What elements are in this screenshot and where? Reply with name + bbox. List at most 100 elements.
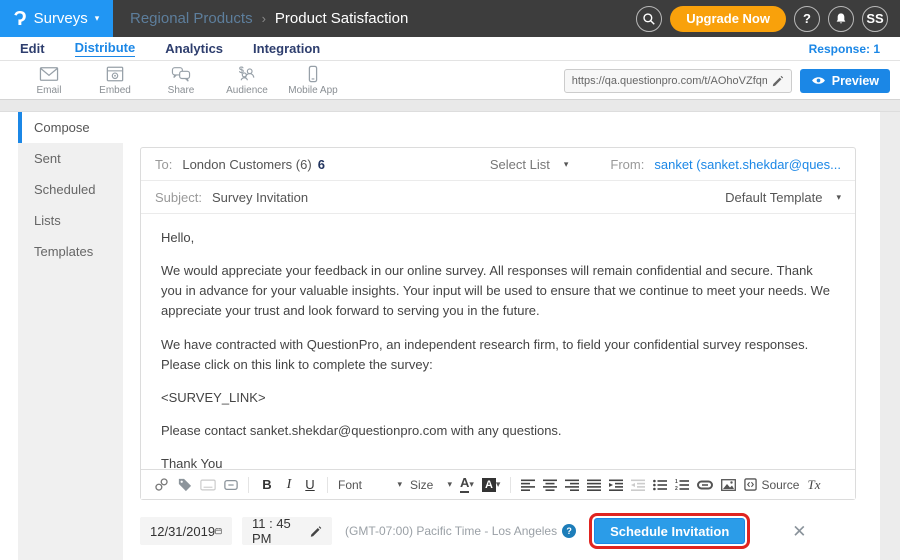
tab-integration[interactable]: Integration (253, 41, 320, 57)
select-list-caret-icon: ▾ (564, 160, 569, 169)
template-dropdown[interactable]: Default Template ▾ (725, 190, 841, 205)
calendar-icon (215, 524, 222, 538)
survey-url-field[interactable] (564, 69, 792, 93)
channel-email[interactable]: Email (16, 65, 82, 96)
underline-button[interactable]: U (303, 477, 317, 492)
from-group: From: sanket (sanket.shekdar@ques... (610, 157, 841, 172)
channel-embed[interactable]: Embed (82, 65, 148, 96)
schedule-invitation-button[interactable]: Schedule Invitation (594, 518, 745, 544)
close-icon[interactable]: ✕ (792, 523, 806, 540)
tab-distribute[interactable]: Distribute (75, 40, 136, 57)
tab-edit[interactable]: Edit (20, 41, 45, 57)
italic-button[interactable]: I (283, 477, 295, 493)
body-paragraph: Please contact sanket.shekdar@questionpr… (161, 421, 835, 441)
from-label: From: (610, 157, 644, 172)
size-dropdown[interactable]: Size▾ (410, 478, 452, 492)
editor-toolbar: B I U Font▾ Size▾ A▾ A▾ 12 Source (141, 469, 855, 499)
channel-mobile-label: Mobile App (288, 85, 337, 96)
bell-icon (834, 12, 848, 26)
select-list-dropdown[interactable]: Select List ▾ (490, 157, 569, 172)
timezone-group: (GMT-07:00) Pacific Time - Los Angeles ? (345, 524, 576, 538)
remove-format-button[interactable]: Tx (807, 477, 820, 493)
avatar-initials: SS (866, 11, 883, 26)
help-button[interactable]: ? (794, 6, 820, 32)
size-caret-icon: ▾ (447, 480, 452, 489)
channel-email-label: Email (36, 85, 61, 96)
button-widget-icon[interactable] (224, 479, 238, 491)
questionpro-logo-icon: Ɂ (14, 9, 27, 29)
channel-audience-label-0: Share (168, 85, 195, 96)
font-dropdown-label: Font (338, 478, 362, 492)
response-count-link[interactable]: Response: 1 (809, 42, 880, 56)
numbered-list-icon[interactable]: 12 (675, 479, 689, 491)
surveys-menu[interactable]: Ɂ Surveys ▾ (0, 0, 113, 37)
breadcrumb-separator-icon: › (262, 11, 266, 26)
channel-mobile-app[interactable]: Mobile App (280, 65, 346, 96)
eye-icon (811, 75, 826, 86)
align-left-icon[interactable] (521, 479, 535, 491)
avatar[interactable]: SS (862, 6, 888, 32)
edit-time-pencil-icon (310, 525, 322, 538)
source-button[interactable]: Source (744, 478, 799, 492)
date-picker[interactable]: 12/31/2019 (140, 517, 232, 545)
email-icon (38, 65, 60, 83)
anchor-link-icon[interactable] (154, 477, 169, 492)
sidebar-templates-label: Templates (34, 244, 93, 259)
sidebar-compose-label: Compose (34, 120, 90, 135)
toolbar-separator (510, 477, 511, 493)
insert-link-icon[interactable] (697, 480, 713, 490)
tag-icon[interactable] (177, 477, 192, 492)
insert-image-icon[interactable] (721, 479, 736, 491)
preview-button[interactable]: Preview (800, 69, 890, 93)
search-button[interactable] (636, 6, 662, 32)
to-recipient-count[interactable]: 6 (318, 157, 325, 172)
edit-url-pencil-icon[interactable] (772, 75, 784, 87)
scrollbar-track[interactable] (880, 112, 900, 560)
sidebar-item-sent[interactable]: Sent (18, 143, 123, 174)
tab-analytics[interactable]: Analytics (165, 41, 223, 57)
to-row: To: London Customers (6) 6 Select List ▾… (141, 148, 855, 181)
bold-button[interactable]: B (259, 477, 275, 492)
breadcrumb-parent-link[interactable]: Regional Products (130, 10, 253, 27)
background-color-button[interactable]: A▾ (482, 478, 501, 492)
timezone-help-icon[interactable]: ? (562, 524, 576, 538)
sidebar-item-compose[interactable]: Compose (18, 112, 123, 143)
compose-panel: To: London Customers (6) 6 Select List ▾… (140, 147, 856, 500)
align-right-icon[interactable] (565, 479, 579, 491)
notifications-button[interactable] (828, 6, 854, 32)
help-label: ? (803, 11, 811, 26)
subject-input[interactable]: Survey Invitation (212, 190, 308, 205)
sidebar-item-scheduled[interactable]: Scheduled (18, 174, 123, 205)
survey-url-input[interactable] (572, 75, 767, 87)
text-color-caret-icon: ▾ (469, 480, 474, 489)
indent-icon[interactable] (609, 479, 623, 491)
toolbar-separator (248, 477, 249, 493)
body-paragraph: We would appreciate your feedback in our… (161, 261, 835, 321)
upgrade-now-button[interactable]: Upgrade Now (670, 6, 786, 32)
channel-audience[interactable]: $ Audience (214, 65, 280, 96)
align-justify-icon[interactable] (587, 479, 601, 491)
from-value[interactable]: sanket (sanket.shekdar@ques... (654, 157, 841, 172)
chevron-down-icon: ▾ (95, 14, 100, 23)
subject-row: Subject: Survey Invitation Default Templ… (141, 181, 855, 214)
font-dropdown[interactable]: Font▾ (338, 478, 402, 492)
text-color-button[interactable]: A▾ (460, 476, 474, 492)
sidebar-item-lists[interactable]: Lists (18, 205, 123, 236)
sidebar-sent-label: Sent (34, 151, 61, 166)
annotation-highlight-ring: Schedule Invitation (589, 513, 750, 549)
embed-icon (105, 65, 125, 83)
email-body-editor[interactable]: Hello, We would appreciate your feedback… (141, 214, 855, 471)
time-picker[interactable]: 11 : 45 PM (242, 517, 332, 545)
body-paragraph: <SURVEY_LINK> (161, 388, 835, 408)
sidebar-item-templates[interactable]: Templates (18, 236, 123, 267)
channel-audience-label: Audience (226, 85, 268, 96)
source-label: Source (761, 478, 799, 492)
align-center-icon[interactable] (543, 479, 557, 491)
body-paragraph: We have contracted with QuestionPro, an … (161, 335, 835, 375)
to-value[interactable]: London Customers (6) (182, 157, 311, 172)
to-label: To: (155, 157, 172, 172)
bullet-list-icon[interactable] (653, 479, 667, 491)
search-icon (642, 12, 656, 26)
content-divider (0, 99, 900, 112)
channel-share[interactable]: Share (148, 65, 214, 96)
